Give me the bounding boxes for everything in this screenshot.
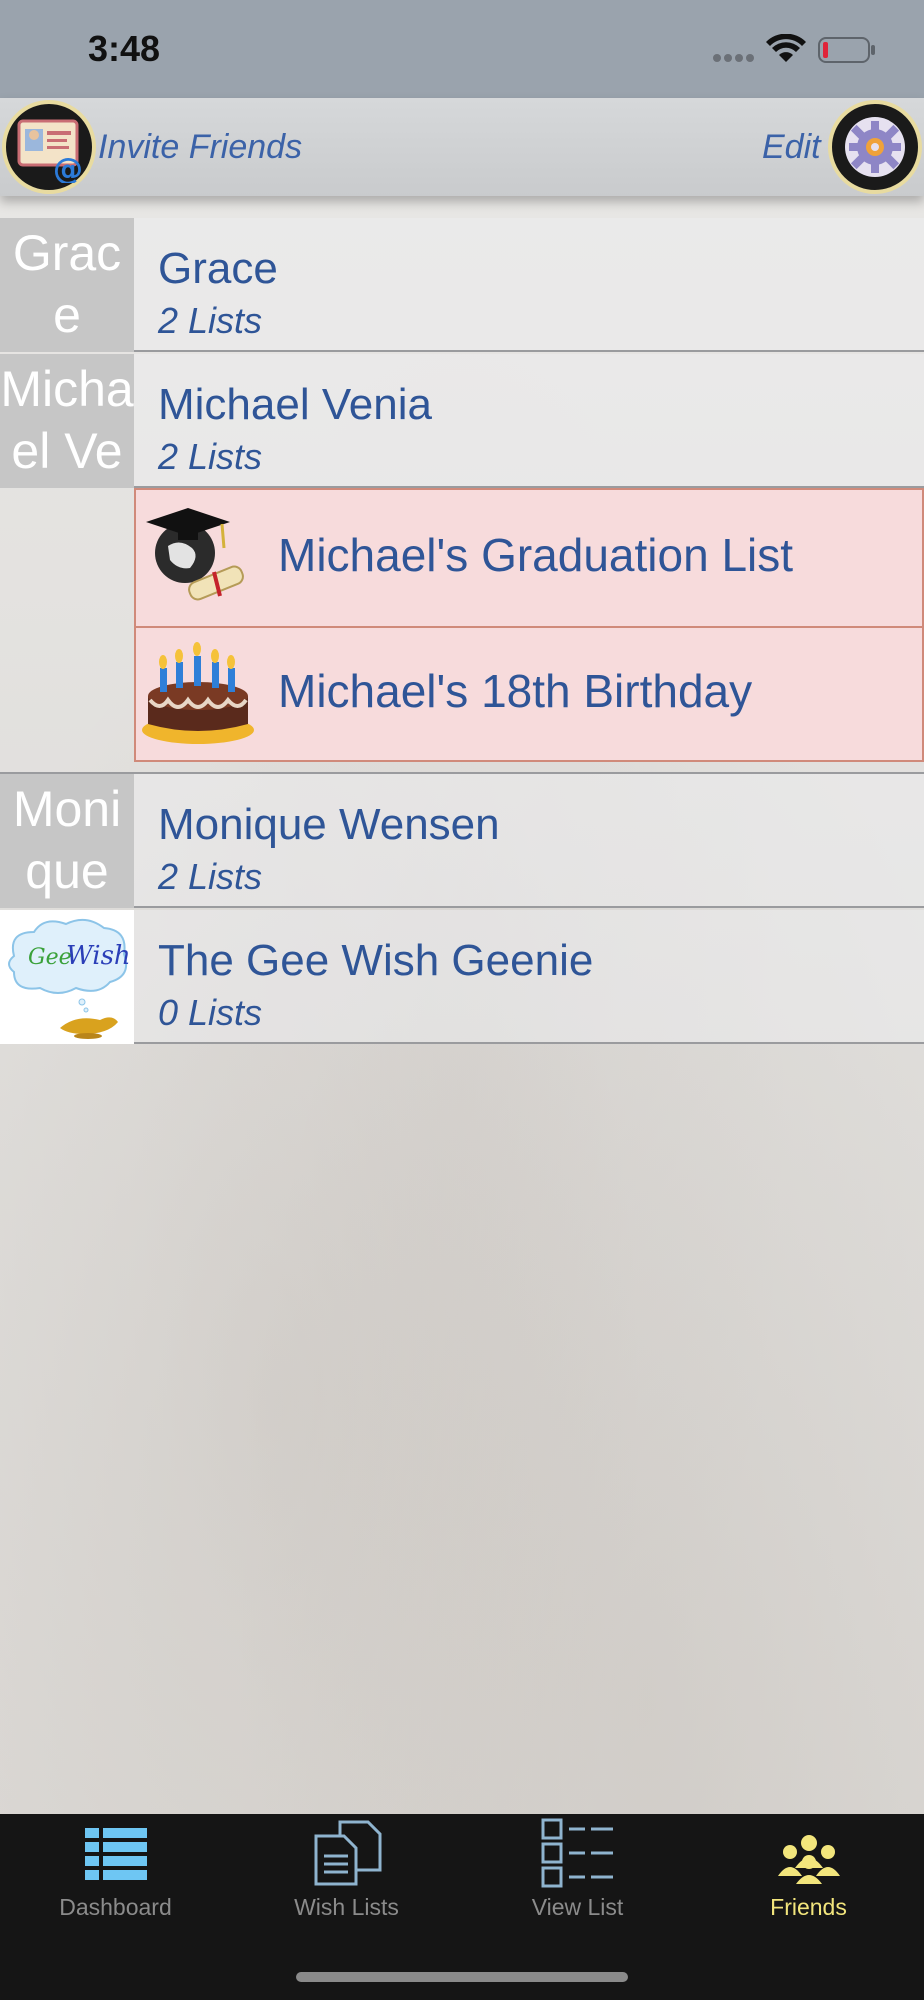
list-count: 0 Lists [158,992,263,1033]
gear-icon [845,117,905,177]
avatar: Michael Venia [0,354,134,488]
svg-text:Wish: Wish [66,941,131,971]
list-title: Michael's Graduation List [278,529,794,581]
friend-row-michael-venia[interactable]: Michael Venia Michael Venia 2 Lists [0,354,924,488]
friend-row-gee-wish-geenie[interactable]: Gee Wish The Gee Wish Geenie 0 Lists [0,910,924,1044]
list-count: 2 Lists [158,436,263,477]
view-list-icon [541,1818,613,1888]
tab-dashboard[interactable]: Dashboard [0,1814,231,1934]
graduation-icon [146,508,244,601]
dashboard-icon [84,1828,147,1880]
avatar: Gee Wish [0,910,134,1044]
friend-row-grace[interactable]: Grace Grace 2 Lists [0,218,924,352]
battery-icon [818,37,875,63]
michael-wish-lists: Michael's Graduation List Michael's 18th… [134,488,924,762]
invite-friends-label[interactable]: Invite Friends [98,128,302,167]
tab-view-list[interactable]: View List [462,1814,693,1934]
top-navigation-bar: @ Invite Friends Edit [0,98,924,196]
friend-name: Michael Venia [158,380,432,429]
home-indicator[interactable] [296,1972,628,1982]
tab-label: Dashboard [59,1894,172,1920]
status-time: 3:48 [88,28,161,69]
friend-row-monique-wensen[interactable]: Monique Wensen Monique Wensen 2 Lists [0,774,924,908]
friend-name: Grace [158,244,278,293]
tab-label: View List [531,1894,624,1920]
wish-lists-icon [314,1820,381,1886]
cellular-signal-icon [713,54,754,62]
tab-label: Friends [770,1894,847,1920]
tab-friends[interactable]: Friends [693,1814,924,1934]
invite-friends-button[interactable]: @ [2,100,96,194]
wifi-icon [766,34,806,62]
edit-button[interactable]: Edit [762,128,821,167]
contact-card-icon: @ [17,119,83,183]
list-count: 2 Lists [158,856,263,897]
tab-label: Wish Lists [294,1894,399,1920]
geewish-logo-icon: Gee Wish [8,918,131,1039]
friends-icon [777,1835,840,1884]
friend-name: Monique Wensen [158,800,500,849]
birthday-cake-icon [142,642,254,744]
list-count: 2 Lists [158,300,263,341]
settings-button[interactable] [828,100,922,194]
list-title: Michael's 18th Birthday [278,665,753,717]
friend-name: The Gee Wish Geenie [158,936,594,985]
avatar: Grace [0,218,134,352]
status-bar: 3:48 [0,0,924,98]
svg-text:@: @ [53,152,83,183]
list-item-graduation[interactable]: Michael's Graduation List [136,490,924,628]
avatar: Monique Wensen [0,774,134,908]
tab-wish-lists[interactable]: Wish Lists [231,1814,462,1934]
list-item-birthday[interactable]: Michael's 18th Birthday [136,626,924,762]
